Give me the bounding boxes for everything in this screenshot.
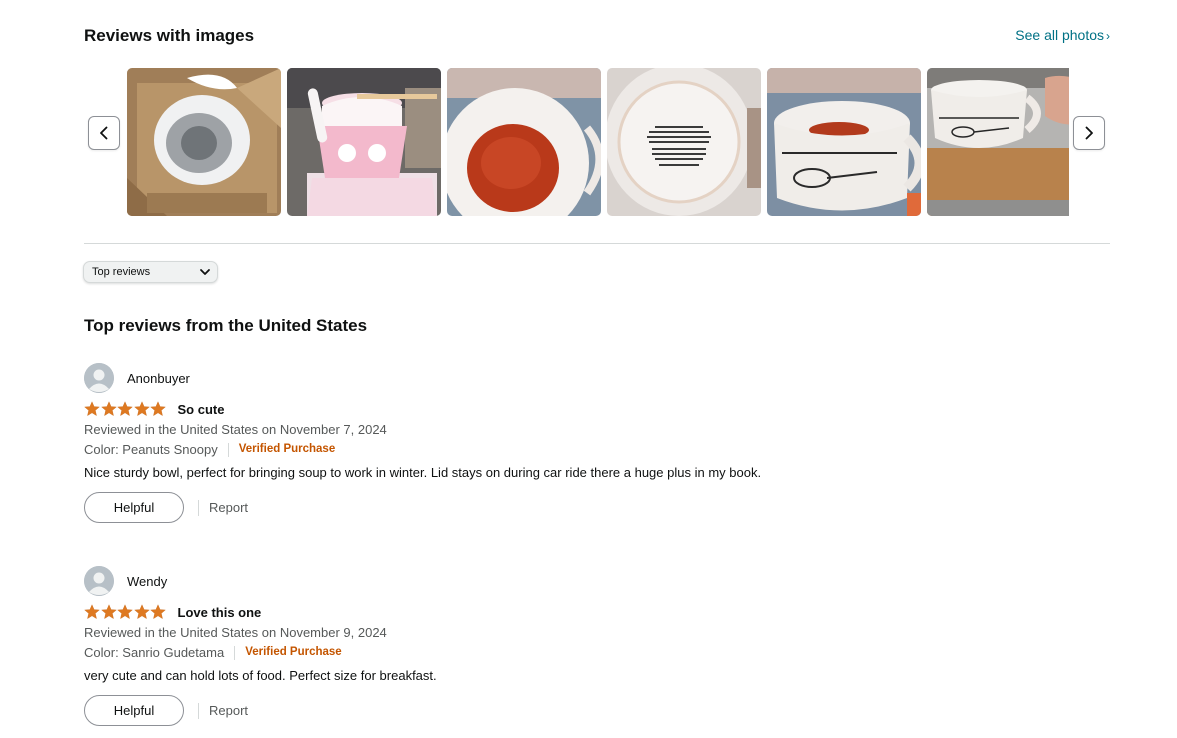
star-icon — [100, 401, 117, 417]
review-image-thumbnail[interactable] — [607, 68, 761, 216]
review-variant[interactable]: Color: Peanuts Snoopy — [84, 441, 218, 458]
divider — [198, 702, 199, 719]
review-image-thumbnail[interactable] — [767, 68, 921, 216]
review-body: Nice sturdy bowl, perfect for bringing s… — [84, 465, 762, 480]
helpful-button[interactable]: Helpful — [84, 695, 184, 726]
star-rating[interactable] — [84, 401, 167, 417]
review-image-thumbnail[interactable] — [127, 68, 281, 216]
user-icon — [84, 566, 114, 596]
review-item: Wendy Love this one Reviewed in the Unit… — [84, 565, 784, 726]
divider — [227, 442, 229, 457]
see-all-photos-link[interactable]: See all photos › — [1015, 27, 1110, 43]
star-icon — [84, 401, 100, 417]
verified-purchase-badge: Verified Purchase — [238, 443, 336, 455]
star-rating[interactable] — [84, 604, 167, 620]
star-icon — [117, 604, 133, 620]
review-image-thumbnail[interactable] — [287, 68, 441, 216]
chevron-left-icon — [100, 126, 108, 140]
chevron-right-icon: › — [1106, 29, 1110, 43]
sort-reviews-dropdown[interactable]: Top reviews — [83, 261, 218, 283]
star-icon — [150, 401, 166, 417]
section-divider — [84, 243, 1110, 244]
review-item: Anonbuyer So cute Reviewed in the United… — [84, 362, 784, 523]
reviewer-profile[interactable]: Anonbuyer — [84, 362, 784, 394]
review-images-carousel — [84, 66, 1110, 218]
review-image-thumbnail[interactable] — [447, 68, 601, 216]
review-image-thumbnail[interactable] — [927, 68, 1069, 216]
star-icon — [150, 604, 166, 620]
chevron-right-icon — [1085, 126, 1093, 140]
star-icon — [133, 401, 150, 417]
sort-selected-value: Top reviews — [92, 266, 151, 278]
reviews-with-images-header: Reviews with images See all photos › — [84, 26, 1110, 50]
see-all-label: See all photos — [1015, 27, 1104, 43]
reviewer-profile[interactable]: Wendy — [84, 565, 784, 597]
review-variant[interactable]: Color: Sanrio Gudetama — [84, 644, 224, 661]
user-icon — [84, 363, 114, 393]
star-icon — [117, 401, 133, 417]
chevron-down-icon — [200, 269, 210, 275]
carousel-prev-button[interactable] — [88, 116, 120, 150]
star-icon — [100, 604, 117, 620]
avatar — [84, 566, 114, 596]
star-icon — [84, 604, 100, 620]
verified-purchase-badge: Verified Purchase — [245, 646, 342, 658]
review-date: Reviewed in the United States on Novembe… — [84, 625, 387, 640]
divider — [234, 645, 236, 660]
report-link[interactable]: Report — [209, 500, 248, 515]
review-title[interactable]: So cute — [178, 402, 225, 417]
helpful-button[interactable]: Helpful — [84, 492, 184, 523]
thumbnail-strip — [127, 68, 1069, 216]
star-icon — [133, 604, 150, 620]
reviewer-name: Anonbuyer — [127, 370, 190, 386]
report-link[interactable]: Report — [209, 703, 248, 718]
section-title: Reviews with images — [84, 26, 255, 45]
carousel-next-button[interactable] — [1073, 116, 1105, 150]
reviewer-name: Wendy — [127, 573, 168, 589]
avatar — [84, 363, 114, 393]
review-date: Reviewed in the United States on Novembe… — [84, 422, 387, 437]
divider — [198, 499, 199, 516]
review-title[interactable]: Love this one — [178, 605, 262, 620]
top-reviews-heading: Top reviews from the United States — [84, 316, 368, 335]
review-body: very cute and can hold lots of food. Per… — [84, 668, 437, 683]
